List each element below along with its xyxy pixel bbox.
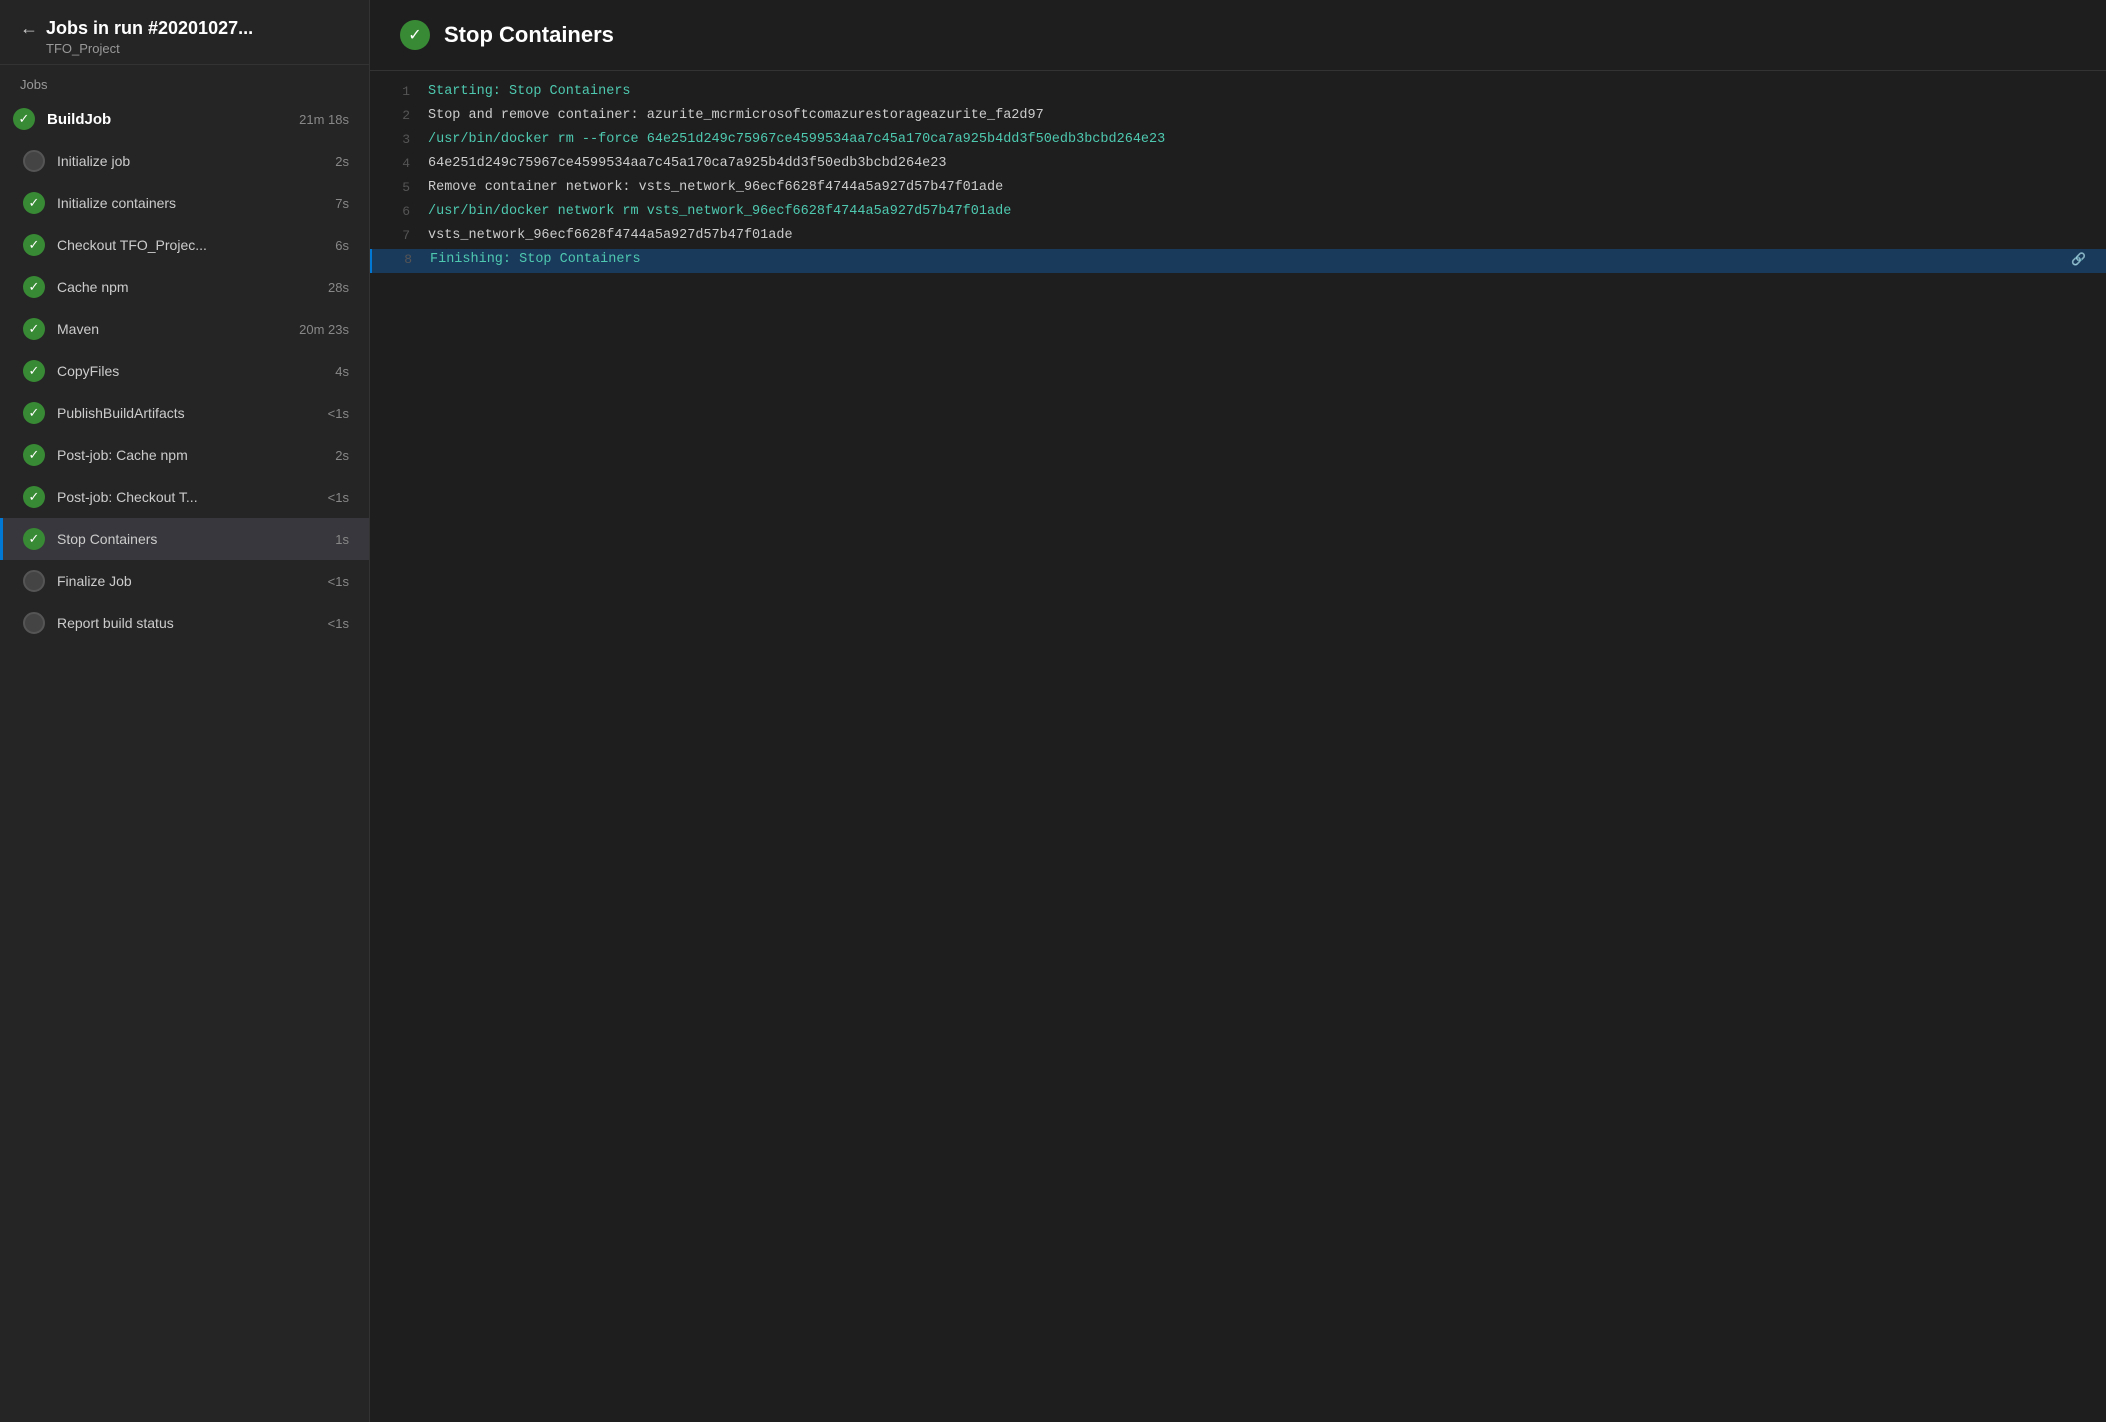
header-status-icon: ✓ bbox=[400, 20, 430, 50]
job-item-publish-build-artifacts[interactable]: ✓ PublishBuildArtifacts <1s bbox=[0, 392, 369, 434]
log-container[interactable]: 1 Starting: Stop Containers 2 Stop and remo… bbox=[370, 71, 2106, 1422]
job-status-icon-finalize-job bbox=[23, 570, 45, 592]
back-button[interactable]: ← Jobs in run #20201027... bbox=[20, 18, 349, 39]
job-name-copy-files: CopyFiles bbox=[57, 363, 327, 379]
job-name-publish-build-artifacts: PublishBuildArtifacts bbox=[57, 405, 320, 421]
job-status-icon-copy-files: ✓ bbox=[23, 360, 45, 382]
log-line-text-1: Starting: Stop Containers bbox=[428, 84, 2086, 99]
job-duration-maven: 20m 23s bbox=[299, 322, 349, 337]
log-line-number-8: 8 bbox=[382, 252, 412, 267]
log-line-text-6: /usr/bin/docker network rm vsts_network_… bbox=[428, 204, 2086, 219]
log-line-number-5: 5 bbox=[380, 180, 410, 195]
log-line-text-2: Stop and remove container: azurite_mcrmi… bbox=[428, 108, 2086, 123]
job-item-initialize-containers[interactable]: ✓ Initialize containers 7s bbox=[0, 182, 369, 224]
log-line-number-4: 4 bbox=[380, 156, 410, 171]
log-line-number-6: 6 bbox=[380, 204, 410, 219]
job-duration-cache-npm: 28s bbox=[328, 280, 349, 295]
job-name-post-job-checkout: Post-job: Checkout T... bbox=[57, 489, 320, 505]
job-item-post-job-checkout[interactable]: ✓ Post-job: Checkout T... <1s bbox=[0, 476, 369, 518]
job-item-cache-npm[interactable]: ✓ Cache npm 28s bbox=[0, 266, 369, 308]
job-name-build-job: BuildJob bbox=[47, 111, 291, 128]
log-line-number-1: 1 bbox=[380, 84, 410, 99]
job-item-post-job-cache-npm[interactable]: ✓ Post-job: Cache npm 2s bbox=[0, 434, 369, 476]
sidebar-subtitle: TFO_Project bbox=[20, 41, 349, 56]
sidebar-header: ← Jobs in run #20201027... TFO_Project bbox=[0, 0, 369, 65]
job-duration-initialize-job: 2s bbox=[335, 154, 349, 169]
job-item-maven[interactable]: ✓ Maven 20m 23s bbox=[0, 308, 369, 350]
job-status-icon-report-build-status bbox=[23, 612, 45, 634]
log-line-number-3: 3 bbox=[380, 132, 410, 147]
job-status-icon-initialize-containers: ✓ bbox=[23, 192, 45, 214]
job-name-initialize-job: Initialize job bbox=[57, 153, 327, 169]
log-line-text-8: Finishing: Stop Containers bbox=[430, 252, 2063, 267]
log-line-1: 1 Starting: Stop Containers bbox=[370, 81, 2106, 105]
job-status-icon-initialize-job bbox=[23, 150, 45, 172]
job-duration-build-job: 21m 18s bbox=[299, 112, 349, 127]
job-status-icon-publish-build-artifacts: ✓ bbox=[23, 402, 45, 424]
main-content: ✓ Stop Containers 1 Starting: Stop Contai… bbox=[370, 0, 2106, 1422]
job-list: ✓ BuildJob 21m 18s Initialize job 2s ✓ Initial… bbox=[0, 98, 369, 1422]
job-name-checkout-tfo: Checkout TFO_Projec... bbox=[57, 237, 327, 253]
job-name-post-job-cache-npm: Post-job: Cache npm bbox=[57, 447, 327, 463]
sidebar-section-label: Jobs bbox=[0, 65, 369, 98]
log-line-4: 4 64e251d249c75967ce4599534aa7c45a170ca7a… bbox=[370, 153, 2106, 177]
job-item-build-job[interactable]: ✓ BuildJob 21m 18s bbox=[0, 98, 369, 140]
main-header: ✓ Stop Containers bbox=[370, 0, 2106, 71]
log-line-text-3: /usr/bin/docker rm --force 64e251d249c75… bbox=[428, 132, 2086, 147]
job-name-initialize-containers: Initialize containers bbox=[57, 195, 327, 211]
job-duration-post-job-cache-npm: 2s bbox=[335, 448, 349, 463]
job-name-stop-containers: Stop Containers bbox=[57, 531, 327, 547]
job-item-finalize-job[interactable]: Finalize Job <1s bbox=[0, 560, 369, 602]
job-duration-checkout-tfo: 6s bbox=[335, 238, 349, 253]
job-name-cache-npm: Cache npm bbox=[57, 279, 320, 295]
job-status-icon-cache-npm: ✓ bbox=[23, 276, 45, 298]
job-duration-initialize-containers: 7s bbox=[335, 196, 349, 211]
log-line-text-7: vsts_network_96ecf6628f4744a5a927d57b47f… bbox=[428, 228, 2086, 243]
job-item-copy-files[interactable]: ✓ CopyFiles 4s bbox=[0, 350, 369, 392]
job-status-icon-checkout-tfo: ✓ bbox=[23, 234, 45, 256]
log-line-text-5: Remove container network: vsts_network_9… bbox=[428, 180, 2086, 195]
job-duration-report-build-status: <1s bbox=[328, 616, 349, 631]
job-status-icon-build-job: ✓ bbox=[13, 108, 35, 130]
job-status-icon-post-job-cache-npm: ✓ bbox=[23, 444, 45, 466]
job-duration-finalize-job: <1s bbox=[328, 574, 349, 589]
job-duration-publish-build-artifacts: <1s bbox=[328, 406, 349, 421]
log-line-7: 7 vsts_network_96ecf6628f4744a5a927d57b47… bbox=[370, 225, 2106, 249]
sidebar: ← Jobs in run #20201027... TFO_Project J… bbox=[0, 0, 370, 1422]
log-line-link-icon-8[interactable]: 🔗 bbox=[2071, 252, 2086, 267]
log-line-number-2: 2 bbox=[380, 108, 410, 123]
job-duration-stop-containers: 1s bbox=[335, 532, 349, 547]
job-duration-copy-files: 4s bbox=[335, 364, 349, 379]
log-line-8: 8 Finishing: Stop Containers 🔗 bbox=[370, 249, 2106, 273]
log-line-5: 5 Remove container network: vsts_network_… bbox=[370, 177, 2106, 201]
sidebar-title: Jobs in run #20201027... bbox=[46, 18, 253, 39]
log-line-number-7: 7 bbox=[380, 228, 410, 243]
job-status-icon-maven: ✓ bbox=[23, 318, 45, 340]
back-arrow-icon: ← bbox=[20, 18, 38, 39]
job-item-initialize-job[interactable]: Initialize job 2s bbox=[0, 140, 369, 182]
job-item-report-build-status[interactable]: Report build status <1s bbox=[0, 602, 369, 644]
job-item-checkout-tfo[interactable]: ✓ Checkout TFO_Projec... 6s bbox=[0, 224, 369, 266]
log-line-6: 6/usr/bin/docker network rm vsts_network… bbox=[370, 201, 2106, 225]
log-line-text-4: 64e251d249c75967ce4599534aa7c45a170ca7a9… bbox=[428, 156, 2086, 171]
log-line-3: 3/usr/bin/docker rm --force 64e251d249c7… bbox=[370, 129, 2106, 153]
main-title: Stop Containers bbox=[444, 22, 614, 48]
job-status-icon-stop-containers: ✓ bbox=[23, 528, 45, 550]
job-item-stop-containers[interactable]: ✓ Stop Containers 1s bbox=[0, 518, 369, 560]
job-duration-post-job-checkout: <1s bbox=[328, 490, 349, 505]
job-status-icon-post-job-checkout: ✓ bbox=[23, 486, 45, 508]
job-name-finalize-job: Finalize Job bbox=[57, 573, 320, 589]
job-name-report-build-status: Report build status bbox=[57, 615, 320, 631]
log-line-2: 2 Stop and remove container: azurite_mcrm… bbox=[370, 105, 2106, 129]
job-name-maven: Maven bbox=[57, 321, 291, 337]
